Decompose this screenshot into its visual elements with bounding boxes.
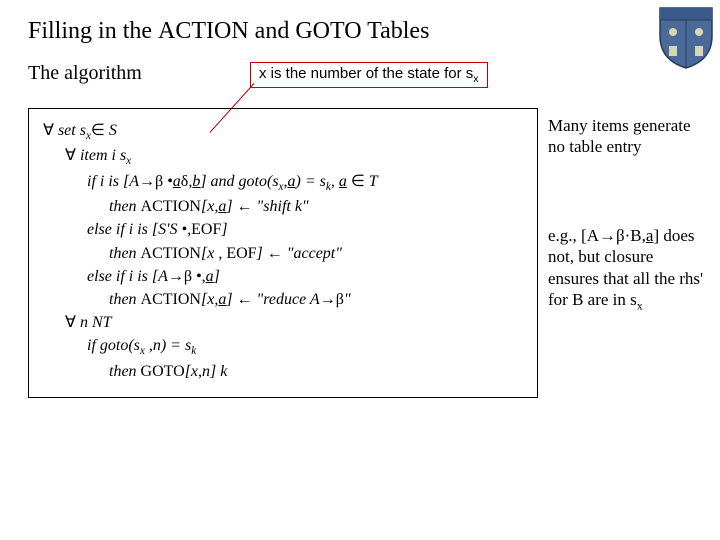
annotation-callout: x is the number of the state for sx: [250, 62, 488, 88]
algo-line-9: ∀ n NT: [43, 311, 523, 334]
algo-line-6: then ACTION[x , EOF] ← "accept": [43, 242, 523, 265]
algo-line-10: if goto(sx ,n) = sk: [43, 334, 523, 359]
algo-line-5: else if i is [S'S •,EOF]: [43, 218, 523, 241]
algo-line-8: then ACTION[x,a] ← "reduce A→β": [43, 288, 523, 311]
algo-line-3: if i is [A→β •aδ,b] and goto(sx,a) = sk,…: [43, 170, 523, 195]
algo-line-7: else if i is [A→β •,a]: [43, 265, 523, 288]
algo-line-4: then ACTION[x,a] ← "shift k": [43, 195, 523, 218]
algo-line-1: ∀ set sx∈ S: [43, 119, 523, 144]
subtitle: The algorithm: [28, 62, 142, 85]
page-title: Filling in the ACTION and GOTO Tables: [28, 18, 429, 45]
shield-logo: [658, 6, 714, 70]
algo-line-11: then GOTO[x,n] k: [43, 360, 523, 383]
algorithm-box: ∀ set sx∈ S ∀ item i sx if i is [A→β •aδ…: [28, 108, 538, 398]
side-note-2: e.g., [A→β·B,a] does not, but closure en…: [548, 225, 708, 313]
algo-line-2: ∀ item i sx: [43, 144, 523, 169]
side-note-1: Many items generate no table entry: [548, 115, 708, 158]
